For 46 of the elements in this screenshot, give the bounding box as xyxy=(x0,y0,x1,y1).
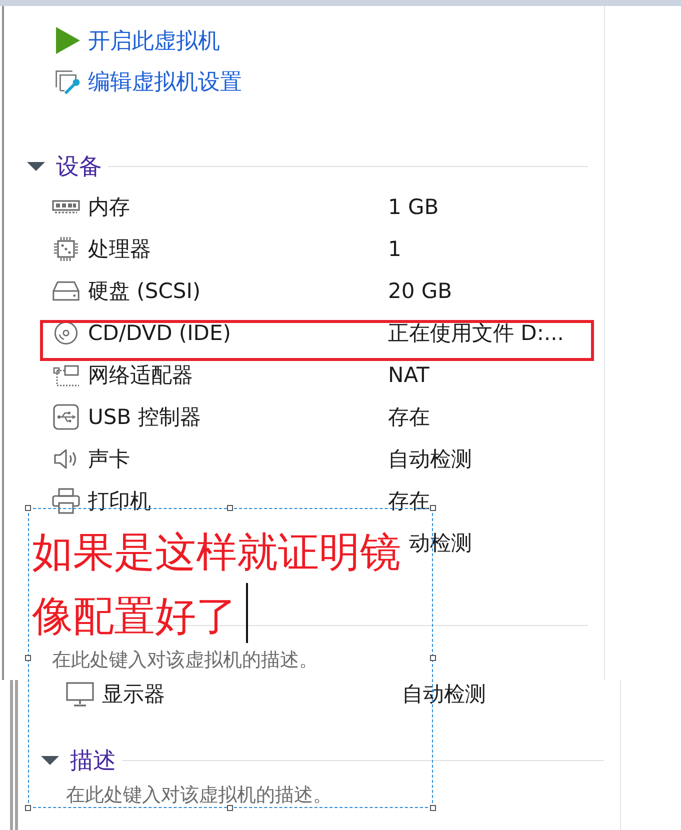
caret-icon[interactable] xyxy=(27,162,45,170)
settings-wrench-icon[interactable] xyxy=(55,68,81,96)
device-name[interactable]: USB 控制器 xyxy=(88,403,201,431)
device-name[interactable]: 网络适配器 xyxy=(88,361,193,389)
processor-icon xyxy=(53,236,79,262)
section-title[interactable]: 设备 xyxy=(56,150,102,182)
device-value: 正在使用文件 D:... xyxy=(388,320,564,347)
device-value: 20 GB xyxy=(388,279,452,303)
description-field[interactable]: 在此处键入对该虚拟机的描述。 xyxy=(52,650,397,670)
resize-handle[interactable] xyxy=(25,655,31,661)
disc-icon xyxy=(54,321,78,345)
device-name[interactable]: CD/DVD (IDE) xyxy=(88,321,231,345)
section-title[interactable]: 描述 xyxy=(70,744,116,776)
resize-handle[interactable] xyxy=(430,655,436,661)
speaker-icon xyxy=(53,447,79,471)
device-value: 存在 xyxy=(388,404,430,431)
device-value: 动检测 xyxy=(409,530,472,557)
action-link[interactable]: 编辑虚拟机设置 xyxy=(88,66,242,96)
device-name[interactable]: 显示器 xyxy=(102,680,165,708)
device-value: 自动检测 xyxy=(402,681,486,708)
hard-disk-icon xyxy=(52,280,80,302)
resize-handle[interactable] xyxy=(227,805,233,811)
device-value: 自动检测 xyxy=(388,446,472,473)
resize-handle[interactable] xyxy=(227,505,233,511)
device-name[interactable]: 内存 xyxy=(88,193,130,221)
device-name[interactable]: 打印机 xyxy=(88,487,151,515)
memory-icon xyxy=(52,200,80,214)
resize-handle[interactable] xyxy=(25,505,31,511)
device-name[interactable]: 声卡 xyxy=(88,445,130,473)
network-adapter-icon xyxy=(52,363,80,387)
resize-handle[interactable] xyxy=(430,505,436,511)
device-name[interactable]: 硬盘 (SCSI) xyxy=(88,277,201,305)
monitor-icon xyxy=(66,682,94,706)
device-value: NAT xyxy=(388,363,430,387)
action-link[interactable]: 开启此虚拟机 xyxy=(88,26,220,56)
resize-handle[interactable] xyxy=(25,805,31,811)
caret-icon[interactable] xyxy=(41,756,59,764)
description-field[interactable]: 在此处键入对该虚拟机的描述。 xyxy=(66,785,411,805)
device-name[interactable]: 处理器 xyxy=(88,235,151,263)
play-icon[interactable] xyxy=(56,27,80,54)
device-value: 1 xyxy=(388,237,402,261)
device-value: 1 GB xyxy=(388,195,439,219)
resize-handle[interactable] xyxy=(430,805,436,811)
annotation-text[interactable]: 如果是这样就证明镜像配置好了 xyxy=(32,520,404,648)
usb-icon xyxy=(53,404,79,430)
printer-icon xyxy=(52,488,80,514)
